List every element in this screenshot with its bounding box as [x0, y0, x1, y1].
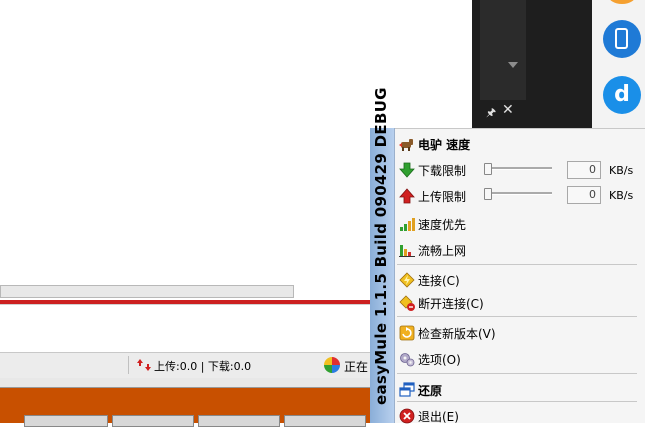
upload-limit-unit: KB/s	[609, 189, 634, 202]
menu-item-connect[interactable]: 连接(C)	[395, 269, 640, 291]
menu-item-label: 连接(C)	[418, 274, 460, 288]
menu-item-restore[interactable]: 还原	[395, 379, 640, 401]
phone-glyph-icon	[615, 28, 628, 49]
download-limit-slider-track[interactable]	[486, 167, 552, 170]
donkey-icon	[399, 139, 413, 151]
menu-item-label: 下载限制	[418, 164, 467, 178]
menu-item-label: 退出(E)	[418, 410, 459, 424]
menu-header-speed: 电驴 速度	[395, 133, 640, 155]
dark-panel-scroll-area[interactable]	[480, 0, 526, 100]
menu-item-label: 流畅上网	[418, 244, 467, 258]
taskbar-edge	[0, 378, 372, 388]
bar-chart-icon	[399, 245, 415, 257]
update-icon	[399, 325, 415, 341]
lower-pane	[0, 304, 372, 353]
status-separator	[128, 356, 129, 374]
menu-item-smooth-browsing[interactable]: 流畅上网	[395, 239, 640, 261]
menu-item-label: 速度优先	[418, 218, 467, 232]
signal-bars-icon	[400, 218, 415, 231]
gears-icon	[400, 353, 415, 367]
download-limit-unit: KB/s	[609, 164, 634, 177]
menu-separator	[397, 316, 637, 317]
scroll-down-arrow-icon[interactable]	[508, 62, 518, 68]
menu-item-label: 上传限制	[418, 190, 467, 204]
download-limit-slider-thumb[interactable]	[484, 163, 492, 175]
restore-window-icon	[399, 382, 415, 397]
menu-item-options[interactable]: 选项(O)	[395, 348, 640, 370]
menu-item-label: 断开连接(C)	[418, 297, 484, 311]
upload-limit-slider-thumb[interactable]	[484, 188, 492, 200]
menu-item-exit[interactable]: 退出(E)	[395, 405, 640, 427]
menu-separator	[397, 373, 637, 374]
exit-icon	[399, 408, 415, 424]
upload-limit-slider-track[interactable]	[486, 192, 552, 195]
arrow-down-icon	[399, 162, 415, 178]
menu-item-label: 电驴 速度	[418, 138, 471, 152]
menu-item-label: 还原	[418, 384, 443, 398]
download-limit-field[interactable]: 0	[567, 161, 601, 179]
status-now-text: 正在	[344, 360, 369, 374]
taskbar-button[interactable]	[284, 415, 366, 427]
close-icon[interactable]: ✕	[502, 102, 514, 118]
taskbar-button[interactable]	[24, 415, 108, 427]
banner-version-text: easyMule 1.1.5 Build 090429 DEBUG	[372, 87, 390, 405]
menu-item-disconnect[interactable]: 断开连接(C)	[395, 292, 640, 314]
menu-item-download-limit[interactable]: 下载限制	[395, 159, 640, 181]
menu-item-label: 选项(O)	[418, 353, 461, 367]
transfer-rate-text: 上传:0.0 | 下载:0.0	[154, 360, 252, 373]
upload-limit-field[interactable]: 0	[567, 186, 601, 204]
upload-download-icon	[137, 359, 151, 371]
d-glyph-icon: d	[614, 82, 630, 107]
connect-icon	[399, 272, 415, 288]
menu-separator	[397, 264, 637, 265]
menu-separator	[397, 401, 637, 402]
taskbar-button[interactable]	[198, 415, 280, 427]
menu-item-check-update[interactable]: 检查新版本(V)	[395, 322, 640, 344]
progress-bar	[0, 285, 294, 298]
taskbar-button[interactable]	[112, 415, 194, 427]
menu-item-label: 检查新版本(V)	[418, 327, 496, 341]
menu-item-speed-priority[interactable]: 速度优先	[395, 213, 640, 235]
menu-item-upload-limit[interactable]: 上传限制	[395, 185, 640, 207]
disconnect-icon	[399, 295, 415, 311]
arrow-up-icon	[399, 188, 415, 204]
pin-icon[interactable]: 🖈	[486, 104, 496, 123]
network-status-icon[interactable]	[324, 357, 340, 373]
banner-text-wrap: easyMule 1.1.5 Build 090429 DEBUG	[370, 87, 395, 423]
